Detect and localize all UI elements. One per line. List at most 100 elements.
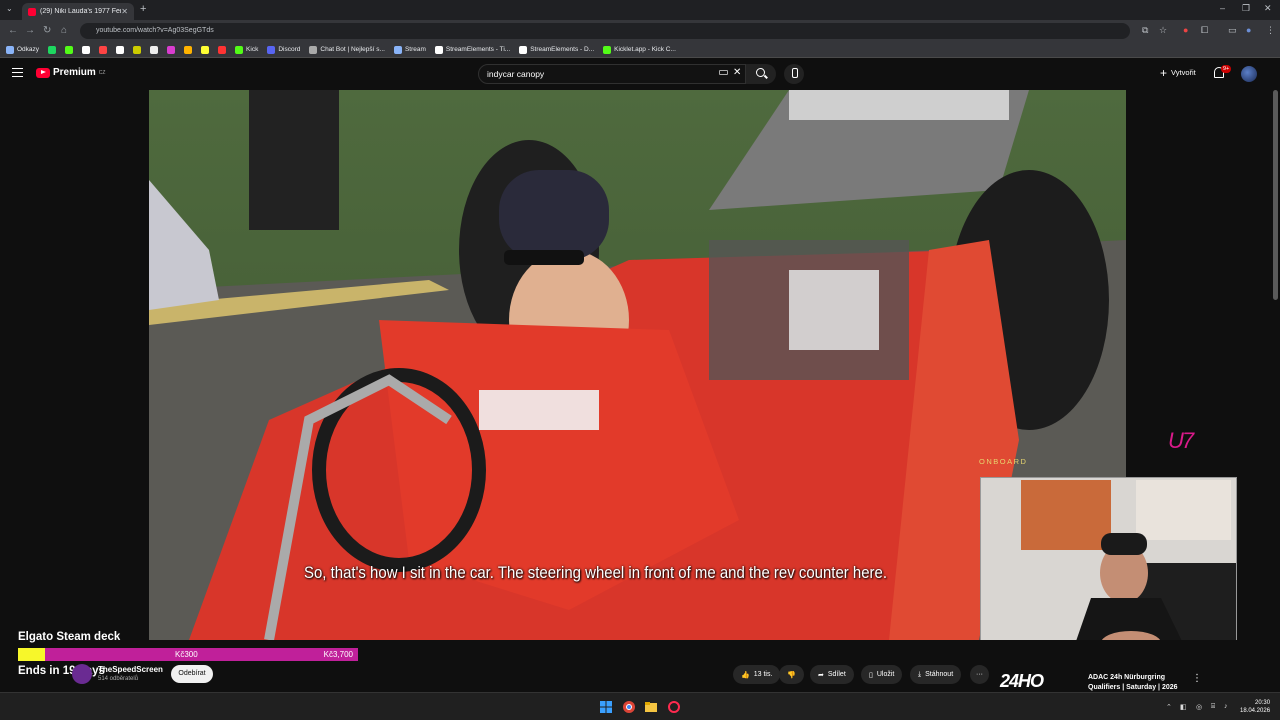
subscribe-button[interactable]: Odebírat: [171, 665, 213, 683]
tray-app-icon[interactable]: ◧: [1180, 703, 1187, 711]
profile-icon[interactable]: ●: [1246, 25, 1251, 35]
reload-icon[interactable]: ↻: [43, 25, 51, 36]
address-bar[interactable]: youtube.com/watch?v=Ag03SegGTds: [80, 23, 1130, 39]
chrome-icon[interactable]: [623, 701, 635, 713]
window-close-icon[interactable]: ✕: [1264, 3, 1272, 14]
tray-app2-icon[interactable]: ◎: [1196, 703, 1202, 711]
bookmark-favicon-icon: [6, 45, 14, 54]
dislike-button[interactable]: 👎: [779, 665, 804, 684]
channel-avatar[interactable]: [72, 664, 92, 684]
voice-search-icon[interactable]: [784, 64, 804, 84]
minimize-icon[interactable]: –: [1220, 3, 1225, 13]
bookmark-item[interactable]: [184, 45, 193, 54]
bookmark-item[interactable]: Discord: [267, 45, 301, 54]
bookmark-item[interactable]: StreamElements - Ti...: [434, 45, 511, 54]
bookmark-label: Discord: [278, 46, 301, 53]
bookmark-favicon-icon: [519, 45, 528, 54]
taskbar-clock[interactable]: 20:30 18.04.2026: [1240, 699, 1270, 715]
opera-gx-icon[interactable]: [668, 701, 680, 713]
logo-text: Premium: [53, 67, 96, 78]
network-icon[interactable]: ⌸: [1211, 703, 1215, 711]
bookmark-favicon-icon: [133, 45, 142, 54]
bookmark-star-icon[interactable]: ☆: [1159, 25, 1167, 36]
back-icon[interactable]: ←: [8, 25, 18, 36]
tray-chevron-icon[interactable]: ⌃: [1166, 703, 1172, 711]
forward-icon[interactable]: →: [25, 25, 35, 36]
bookmark-item[interactable]: [201, 45, 210, 54]
bookmark-item[interactable]: Stream: [393, 45, 426, 54]
bookmark-label: Odkazy: [17, 46, 40, 53]
bookmark-item[interactable]: [48, 45, 57, 54]
create-label: Vytvořit: [1171, 68, 1196, 77]
clock-time: 20:30: [1255, 700, 1271, 706]
more-actions-button[interactable]: ···: [970, 665, 989, 684]
browser-menu-icon[interactable]: ⋮: [1266, 25, 1275, 36]
video-player[interactable]: ONBOARD U7 So, that's how I sit in the c…: [0, 90, 1280, 669]
bookmark-favicon-icon: [309, 45, 318, 54]
share-label: Sdílet: [827, 671, 846, 678]
bookmark-item[interactable]: [133, 45, 142, 54]
account-avatar[interactable]: [1241, 66, 1257, 82]
search-input[interactable]: indycar canopy: [478, 64, 746, 84]
bookmark-item[interactable]: [99, 45, 108, 54]
save-button[interactable]: ▯ Uložit: [861, 665, 903, 684]
windows-start-icon[interactable]: [600, 701, 612, 713]
goal-progress-bar: Kč300 Kč3,700: [18, 648, 358, 661]
stream-logo-overlay: U7: [1168, 428, 1194, 453]
home-icon[interactable]: ⌂: [61, 25, 67, 36]
sidepanel-icon[interactable]: ▭: [1228, 25, 1237, 36]
channel-subscriber-count: 514 odběratelů: [98, 676, 139, 682]
browser-tab-strip: ⌄ (29) Niki Lauda's 1977 Ferrari 3 ✕ + –…: [0, 0, 1280, 20]
save-label: Uložit: [876, 671, 895, 678]
bookmark-item[interactable]: Chat Bot | Nejlepší s...: [309, 45, 385, 54]
bookmark-item[interactable]: [167, 45, 176, 54]
bookmark-favicon-icon: [167, 45, 176, 54]
share-button[interactable]: ➦ Sdílet: [810, 665, 854, 684]
thumbs-up-icon: 👍: [741, 671, 750, 679]
tab-close-icon[interactable]: ✕: [121, 7, 128, 16]
bookmark-label: StreamElements - Ti...: [445, 46, 511, 53]
download-button[interactable]: ⤓ Stáhnout: [910, 665, 962, 684]
bookmark-item[interactable]: [150, 45, 159, 54]
bookmark-item[interactable]: StreamElements - D...: [519, 45, 594, 54]
keyboard-icon[interactable]: [719, 70, 728, 75]
like-button[interactable]: 👍 13 tis.: [733, 665, 781, 684]
new-tab-icon[interactable]: +: [140, 3, 146, 15]
share-icon: ➦: [818, 671, 824, 679]
recommendation-title[interactable]: ADAC 24h Nürburgring Qualifiers | Saturd…: [1088, 673, 1178, 693]
bookmark-item[interactable]: [82, 45, 91, 54]
goal-target-amount: Kč3,700: [323, 650, 353, 659]
page-scrollbar[interactable]: [1273, 90, 1278, 300]
install-icon[interactable]: ⧉: [1142, 25, 1148, 36]
bookmark-item[interactable]: [218, 45, 227, 54]
search-button[interactable]: [746, 64, 776, 84]
channel-name[interactable]: TheSpeedScreen: [98, 665, 163, 674]
bookmark-item[interactable]: Kicklet.app - Kick C...: [603, 45, 676, 54]
recommendation-thumbnail[interactable]: 24HO: [1000, 671, 1044, 692]
recommendation-menu-icon[interactable]: ⋮: [1192, 673, 1202, 684]
menu-icon[interactable]: [12, 68, 23, 77]
recommendation-title-line1: ADAC 24h Nürburgring: [1088, 674, 1165, 681]
bookmark-item[interactable]: Odkazy: [6, 45, 40, 54]
clear-search-icon[interactable]: ✕: [733, 67, 741, 78]
plus-icon: +: [1160, 65, 1168, 80]
bookmark-item[interactable]: [65, 45, 74, 54]
bookmarks-bar: Odkazy Kick Discord Chat Bot | Nejlepší s..…: [0, 42, 1280, 58]
youtube-logo[interactable]: Premium CZ: [36, 67, 105, 78]
bookmark-item[interactable]: Kick: [235, 45, 258, 54]
bookmark-favicon-icon: [393, 45, 402, 54]
bookmark-label: Chat Bot | Nejlepší s...: [320, 46, 385, 53]
create-button[interactable]: + Vytvořit: [1160, 65, 1196, 80]
bookmark-item[interactable]: [116, 45, 125, 54]
extensions-icon[interactable]: ⧠: [1201, 25, 1208, 36]
maximize-icon[interactable]: ❐: [1242, 3, 1250, 14]
goal-title: Elgato Steam deck: [18, 631, 121, 643]
bookmark-favicon-icon: [116, 45, 125, 54]
file-explorer-icon[interactable]: [645, 701, 657, 713]
browser-tab-active[interactable]: (29) Niki Lauda's 1977 Ferrari 3 ✕: [22, 3, 134, 20]
tab-search-icon[interactable]: ⌄: [6, 4, 13, 13]
bookmark-favicon-icon: [99, 45, 108, 54]
volume-icon[interactable]: ♪: [1224, 703, 1228, 710]
extension-icon[interactable]: ●: [1183, 25, 1188, 35]
download-icon: ⤓: [918, 670, 922, 678]
